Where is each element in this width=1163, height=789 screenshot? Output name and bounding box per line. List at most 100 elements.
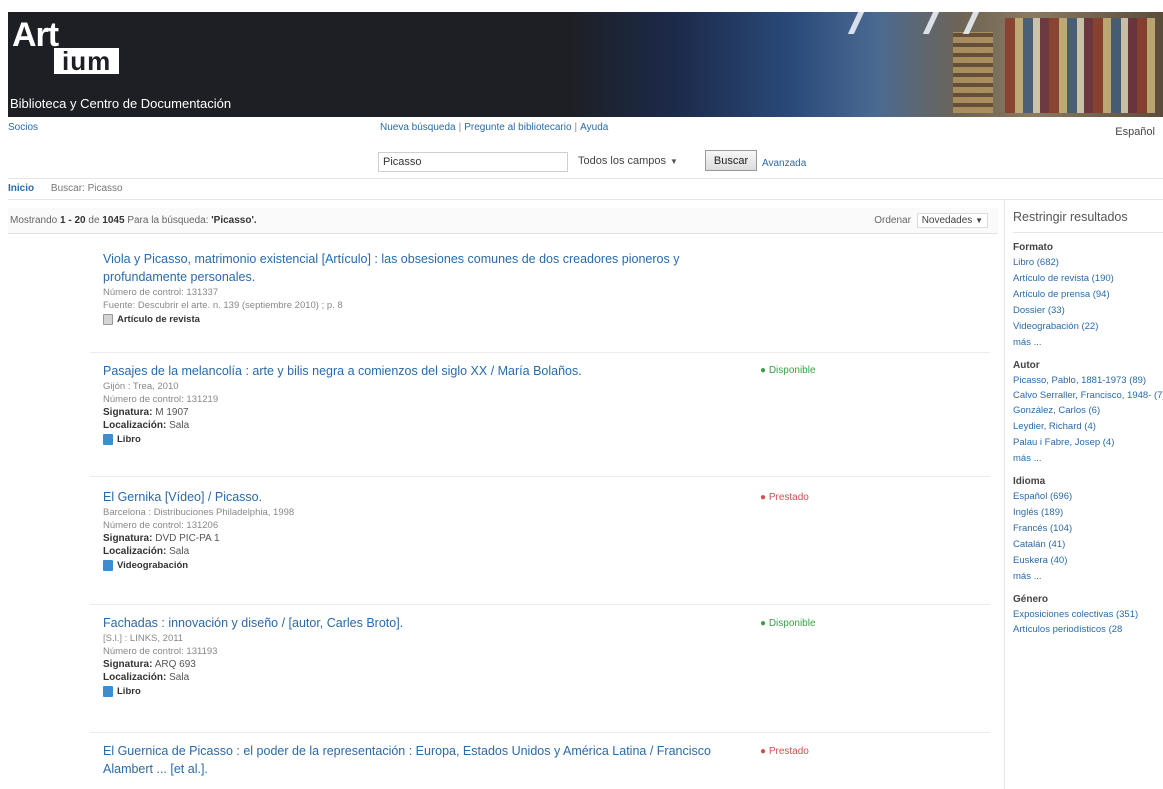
facet-title-genero: Género	[1013, 594, 1049, 605]
sort-select[interactable]: Novedades ▼	[916, 213, 988, 228]
facet-more-link[interactable]: más ...	[1013, 569, 1163, 585]
result-title[interactable]: El Guernica de Picasso : el poder de la …	[103, 744, 711, 776]
language-selector[interactable]: Español	[1115, 126, 1155, 138]
result-location: Localización: Sala	[103, 419, 763, 432]
help-link[interactable]: Ayuda	[580, 122, 608, 133]
result-type: Libro	[103, 684, 763, 699]
bookshelf-image	[1005, 18, 1155, 113]
result-publication: [S.l.] : LINKS, 2011	[103, 633, 184, 644]
facet-item[interactable]: Libro (682)	[1013, 255, 1163, 271]
advanced-search-link[interactable]: Avanzada	[762, 158, 806, 169]
result-title[interactable]: Viola y Picasso, matrimonio existencial …	[103, 252, 679, 284]
result-location: Localización: Sala	[103, 545, 763, 558]
result-divider	[90, 732, 990, 733]
facet-more-link[interactable]: más ...	[1013, 451, 1163, 467]
result-item: El Gernika [Vídeo] / Picasso. Barcelona …	[103, 488, 763, 573]
summary-for-search: Para la búsqueda:	[127, 215, 209, 226]
status-label: Disponible	[768, 365, 816, 376]
top-nav: Nueva búsqueda | Pregunte al bibliotecario…	[380, 122, 608, 133]
breadcrumb-current: Buscar: Picasso	[50, 183, 123, 194]
result-source: Fuente: Descubrir el arte. n. 139 (septi…	[103, 300, 343, 311]
facet-item[interactable]: Videograbación (22)	[1013, 319, 1163, 335]
result-signatura: Signatura: DVD PIC-PA 1	[103, 532, 763, 545]
facet-item[interactable]: González, Carlos (6)	[1013, 403, 1163, 419]
new-search-link[interactable]: Nueva búsqueda	[380, 122, 456, 133]
result-title[interactable]: El Gernika [Vídeo] / Picasso.	[103, 490, 262, 504]
facet-item[interactable]: Artículo de prensa (94)	[1013, 287, 1163, 303]
availability-status: ● Disponible	[760, 365, 816, 376]
result-type-label: Videograbación	[117, 560, 189, 571]
sidebar-heading: Restringir resultados	[1013, 210, 1163, 233]
facet-item[interactable]: Exposiciones colectivas (351)	[1013, 607, 1163, 622]
signatura-value: M 1907	[155, 407, 189, 418]
signatura-value: DVD PIC-PA 1	[155, 533, 220, 544]
sort-label: Ordenar	[874, 215, 911, 226]
location-label: Localización:	[103, 546, 167, 557]
availability-status: ● Prestado	[760, 492, 809, 503]
facet-item[interactable]: Dossier (33)	[1013, 303, 1163, 319]
results-header: Mostrando 1 - 20 de 1045 Para la búsqued…	[8, 208, 998, 234]
location-value: Sala	[169, 420, 190, 431]
facet-item[interactable]: Picasso, Pablo, 1881-1973 (89)	[1013, 373, 1163, 388]
result-signatura: Signatura: M 1907	[103, 406, 763, 419]
result-control-number: Número de control: 131337	[103, 287, 219, 298]
ask-librarian-link[interactable]: Pregunte al bibliotecario	[464, 122, 571, 133]
search-button[interactable]: Buscar	[705, 150, 757, 171]
facet-item[interactable]: Catalán (41)	[1013, 537, 1163, 553]
site-subtitle: Biblioteca y Centro de Documentación	[10, 96, 232, 111]
result-title[interactable]: Fachadas : innovación y diseño / [autor,…	[103, 616, 403, 630]
result-type: Artículo de revista	[103, 312, 763, 327]
availability-status: ● Prestado	[760, 746, 809, 757]
facet-item[interactable]: Francés (104)	[1013, 521, 1163, 537]
location-label: Localización:	[103, 672, 167, 683]
logo-ium-text: ium	[54, 48, 120, 74]
results-summary: Mostrando 1 - 20 de 1045 Para la búsqued…	[10, 215, 257, 226]
facet-item[interactable]: Calvo Serraller, Francisco, 1948- (7)	[1013, 388, 1163, 403]
result-type: Videograbación	[103, 558, 763, 573]
signatura-label: Signatura:	[103, 533, 153, 544]
result-signatura: Signatura: ARQ 693	[103, 658, 763, 671]
facets-sidebar: Restringir resultados Formato Libro (682…	[1004, 200, 1163, 789]
status-label: Prestado	[768, 746, 809, 757]
facet-item[interactable]: Leydier, Richard (4)	[1013, 419, 1163, 435]
facet-item[interactable]: Palau i Fabre, Josep (4)	[1013, 435, 1163, 451]
result-control-number: Número de control: 131219	[103, 394, 219, 405]
logo-art-text: Art	[12, 16, 59, 54]
facet-item[interactable]: Inglés (189)	[1013, 505, 1163, 521]
result-publication: Gijón : Trea, 2010	[103, 381, 179, 392]
location-value: Sala	[169, 546, 190, 557]
facet-more-link[interactable]: más ...	[1013, 335, 1163, 351]
result-divider	[90, 476, 990, 477]
header-banner: Art ium Biblioteca y Centro de Documenta…	[8, 12, 1163, 117]
breadcrumb-home[interactable]: Inicio	[8, 183, 34, 194]
sort-control: Ordenar Novedades ▼	[874, 213, 988, 228]
facet-item[interactable]: Artículos periodísticos (28	[1013, 622, 1163, 638]
socios-link[interactable]: Socios	[8, 122, 38, 133]
result-type-label: Artículo de revista	[117, 314, 200, 325]
facet-item[interactable]: Euskera (40)	[1013, 553, 1163, 569]
result-control-number: Número de control: 131193	[103, 646, 218, 657]
facet-title-idioma: Idioma	[1013, 476, 1046, 487]
chevron-down-icon: ▼	[975, 216, 983, 225]
summary-showing: Mostrando	[10, 215, 58, 226]
availability-status: ● Disponible	[760, 618, 816, 629]
chevron-down-icon: ▼	[670, 157, 678, 166]
shelf-image	[953, 32, 993, 113]
result-location: Localización: Sala	[103, 671, 763, 684]
signatura-value: ARQ 693	[154, 659, 196, 670]
book-icon	[103, 686, 113, 697]
artium-logo[interactable]: Art ium	[12, 16, 120, 74]
search-field-select[interactable]: Todos los campos ▼	[574, 152, 702, 172]
article-icon	[103, 314, 113, 325]
facet-item[interactable]: Español (696)	[1013, 489, 1163, 505]
signatura-label: Signatura:	[103, 659, 153, 670]
result-item: Fachadas : innovación y diseño / [autor,…	[103, 614, 763, 699]
result-title[interactable]: Pasajes de la melancolía : arte y bilis …	[103, 364, 582, 378]
result-divider	[90, 352, 990, 353]
location-label: Localización:	[103, 420, 167, 431]
facet-item[interactable]: Artículo de revista (190)	[1013, 271, 1163, 287]
result-type-label: Libro	[117, 434, 141, 445]
sort-value: Novedades	[921, 215, 973, 226]
search-input[interactable]	[378, 152, 568, 172]
result-type: Libro	[103, 432, 763, 447]
